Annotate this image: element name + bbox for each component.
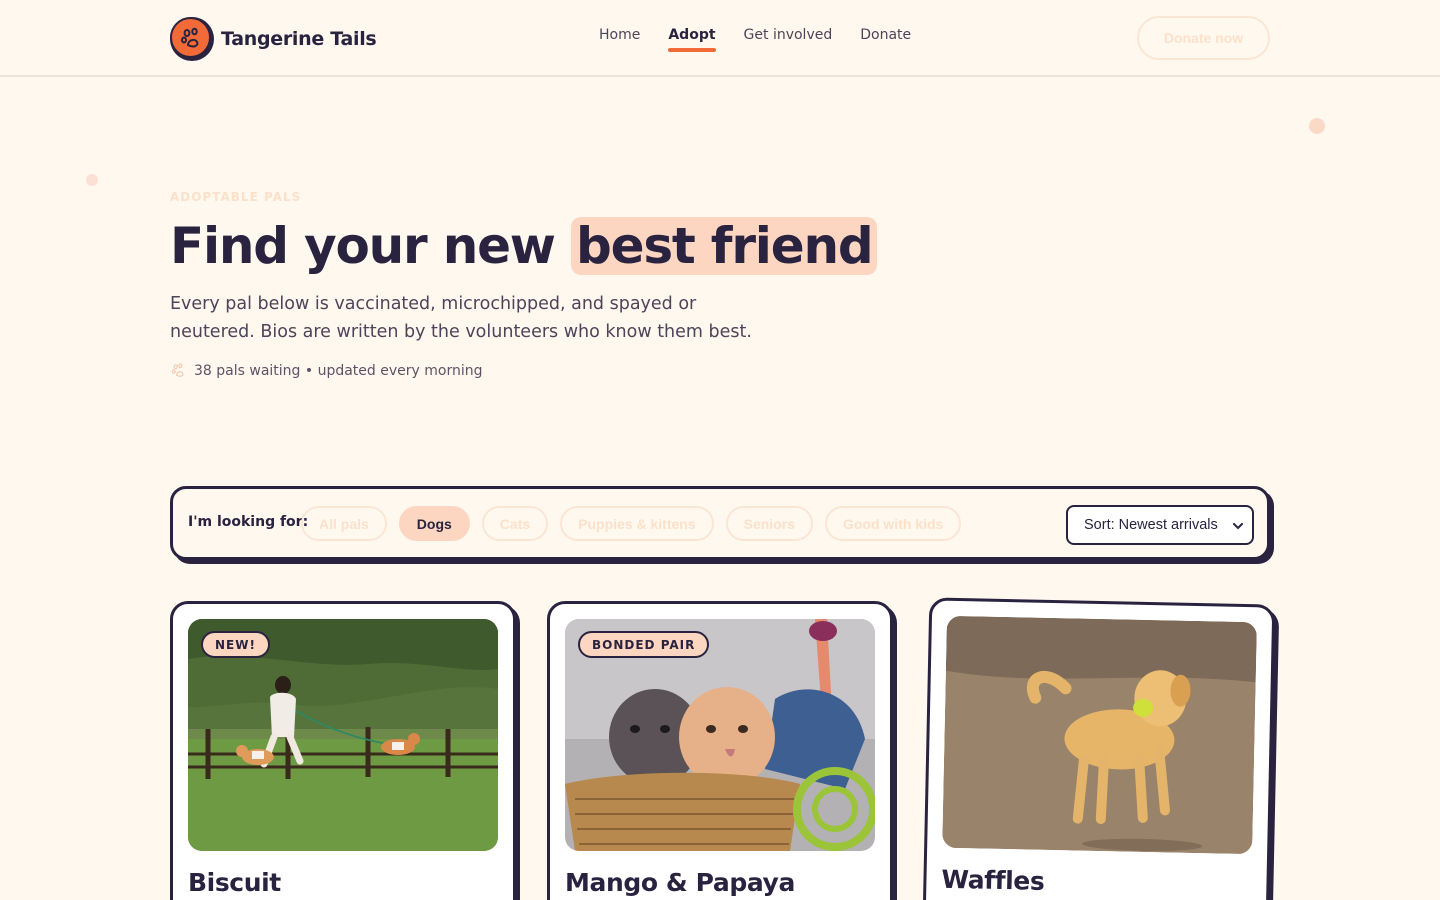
pet-photo (942, 615, 1257, 855)
pet-name: Mango & Papaya (565, 868, 795, 897)
main-nav: Home Adopt Get involved Donate (599, 26, 939, 52)
pet-card[interactable]: NEW! Biscuit (170, 601, 520, 900)
chip-all-pals[interactable]: All pals (301, 506, 387, 541)
title-prefix: Find your new (170, 217, 556, 275)
new-badge: NEW! (201, 631, 270, 658)
chevron-down-icon (1233, 523, 1243, 530)
pet-card[interactable]: Waffles (922, 597, 1280, 900)
pet-name: Waffles (941, 864, 1045, 896)
pals-waiting-text: 38 pals waiting • updated every morning (194, 362, 483, 379)
brand-name: Tangerine Tails (221, 28, 377, 50)
paw-logo-icon (170, 17, 214, 61)
nav-home[interactable]: Home (599, 26, 640, 44)
site-header: Tangerine Tails Home Adopt Get involved … (0, 0, 1440, 77)
decorative-dot (86, 174, 98, 186)
pet-card[interactable]: BONDED PAIR Mango & Papaya (547, 601, 897, 900)
pet-photo: BONDED PAIR (565, 619, 875, 851)
hero-meta: 38 pals waiting • updated every morning (170, 362, 482, 379)
brand-link[interactable]: Tangerine Tails (170, 17, 377, 61)
chip-dogs[interactable]: Dogs (398, 506, 470, 541)
chip-cats[interactable]: Cats (481, 506, 549, 541)
pet-photo: NEW! (188, 619, 498, 851)
filter-chips: All pals Dogs Cats Puppies & kittens Sen… (301, 506, 973, 541)
filter-bar: I'm looking for: All pals Dogs Cats Pupp… (170, 486, 1270, 560)
pet-name: Biscuit (188, 868, 281, 897)
hero-subtitle: Every pal below is vaccinated, microchip… (170, 294, 752, 342)
nav-donate[interactable]: Donate (860, 26, 911, 44)
page-title: Find your new best friend (170, 214, 878, 278)
chip-seniors[interactable]: Seniors (725, 506, 813, 541)
donate-now-button[interactable]: Donate now (1137, 16, 1270, 60)
filter-label: I'm looking for: (188, 514, 309, 530)
sort-value: Sort: Newest arrivals (1084, 517, 1218, 533)
bonded-pair-badge: BONDED PAIR (578, 631, 710, 658)
nav-get-involved[interactable]: Get involved (744, 26, 833, 44)
chip-good-with-kids[interactable]: Good with kids (824, 506, 962, 541)
nav-adopt[interactable]: Adopt (668, 26, 716, 52)
title-highlight: best friend (571, 217, 878, 275)
chip-puppies-kittens[interactable]: Puppies & kittens (560, 506, 714, 541)
paw-icon (171, 363, 184, 377)
sort-select[interactable]: Sort: Newest arrivals (1066, 505, 1254, 545)
hero-eyebrow: ADOPTABLE PALS (170, 190, 302, 204)
decorative-dot (1309, 118, 1325, 134)
